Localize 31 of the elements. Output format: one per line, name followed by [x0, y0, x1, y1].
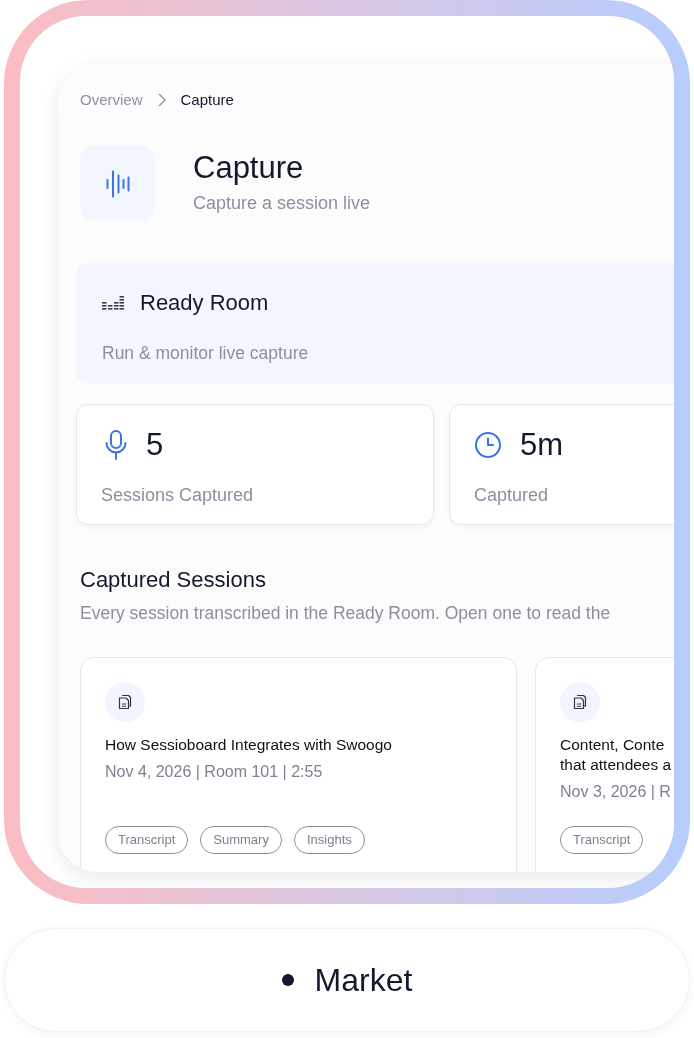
documents-icon — [105, 682, 145, 722]
waveform-icon — [80, 146, 155, 221]
tag-chip[interactable]: Transcript — [105, 826, 189, 854]
session-card[interactable]: How Sessioboard Integrates with Swoogo Nov 4, 2026 | Room 101 | 2:55 Transcript Summary Insights — [80, 657, 517, 872]
microphone-icon — [105, 430, 127, 460]
tag-chip[interactable]: Summary — [200, 826, 282, 854]
tag-chip[interactable]: Insights — [293, 826, 365, 854]
stat-value: 5m — [520, 429, 564, 461]
session-title: Content, Conte that attendees a — [560, 735, 672, 775]
clock-icon — [475, 432, 501, 458]
bullet-icon — [281, 974, 294, 986]
session-meta: Nov 3, 2026 | R — [560, 782, 671, 802]
session-title: How Sessioboard Integrates with Swoogo — [105, 735, 392, 755]
page-title: Capture — [193, 150, 305, 186]
session-meta: Nov 4, 2026 | Room 101 | 2:55 — [105, 762, 323, 782]
breadcrumb-link[interactable]: Overview — [80, 90, 143, 110]
documents-icon — [560, 682, 600, 722]
ready-room-title: Ready Room — [140, 290, 269, 316]
section-title: Captured Sessions — [80, 566, 267, 594]
stat-value: 5 — [146, 429, 164, 461]
stat-label: Sessions Captured — [101, 484, 255, 507]
equalizer-icon — [102, 296, 124, 310]
ready-room-description: Run & monitor live capture — [102, 342, 310, 365]
section-description: Every session transcribed in the Ready Room. Open one to read the — [80, 602, 612, 625]
session-card[interactable]: Content, Conte that attendees a Nov 3, 2026 | R Transcript — [535, 657, 674, 872]
footer-label: Market — [314, 961, 413, 999]
chevron-right-icon — [157, 93, 166, 107]
breadcrumb-current: Capture — [180, 90, 234, 110]
stat-label: Captured — [474, 484, 550, 507]
tag-chip[interactable]: Transcript — [560, 826, 644, 854]
page-subtitle: Capture a session live — [193, 192, 371, 215]
